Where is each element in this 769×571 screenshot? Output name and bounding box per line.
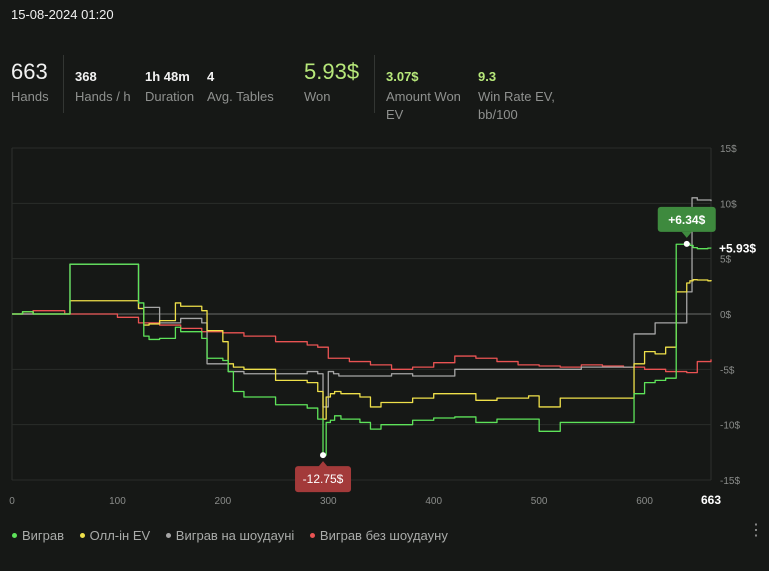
profit-chart: 15$ 10$ 5$ 0$ -5$ -10$ -15$ 0 100 200 300 400 500 600… bbox=[9, 144, 756, 507]
x-tick-label: 200 bbox=[215, 496, 232, 507]
legend-item-won[interactable]: Виграв bbox=[12, 528, 64, 543]
stat-value: 663 bbox=[11, 59, 48, 84]
max-badge-label: +6.34$ bbox=[668, 213, 705, 227]
stat-divider bbox=[63, 55, 64, 113]
max-badge-pointer bbox=[681, 231, 692, 238]
y-tick-label: 10$ bbox=[720, 199, 737, 210]
y-tick-label: 15$ bbox=[720, 144, 737, 155]
legend-item-showdown[interactable]: Виграв на шоудауні bbox=[165, 528, 295, 543]
stat-won: 5.93$ Won bbox=[304, 55, 359, 106]
x-tick-label: 300 bbox=[320, 496, 337, 507]
chart-legend: Виграв Олл-ін EV Виграв на шоудауні Вигр… bbox=[12, 526, 460, 543]
min-point-marker bbox=[320, 452, 327, 459]
x-tick-label: 400 bbox=[425, 496, 442, 507]
stat-label: Amount Won EV bbox=[386, 89, 461, 122]
stat-value: 1h 48m bbox=[145, 69, 190, 84]
stat-label: Duration bbox=[145, 89, 195, 104]
legend-label: Олл-ін EV bbox=[89, 528, 151, 543]
x-tick-label: 100 bbox=[109, 496, 126, 507]
stat-value: 5.93$ bbox=[304, 59, 360, 84]
legend-item-nonshowdown[interactable]: Виграв без шоудауну bbox=[309, 528, 448, 543]
series-line-nonshowdown bbox=[12, 310, 712, 374]
y-tick-label: -10$ bbox=[720, 421, 740, 432]
stat-label: Avg. Tables bbox=[207, 89, 274, 104]
stat-value: 368 bbox=[75, 69, 97, 84]
x-tick-label: 500 bbox=[531, 496, 548, 507]
stat-amount-won-ev: 3.07$ Amount Won EV bbox=[386, 55, 470, 124]
stat-value: 9.3 bbox=[478, 69, 497, 84]
min-badge-label: -12.75$ bbox=[303, 472, 344, 486]
y-tick-label: -15$ bbox=[720, 476, 740, 487]
stat-hands: 663 Hands bbox=[11, 55, 49, 106]
y-tick-label: -5$ bbox=[720, 365, 735, 376]
series-line-allin_ev bbox=[12, 279, 712, 420]
stat-duration: 1h 48m Duration bbox=[145, 55, 194, 106]
final-value-label: +5.93$ bbox=[719, 241, 756, 255]
stats-bar: 663 Hands 368 Hands / h 1h 48m Duration … bbox=[0, 55, 769, 125]
legend-dot-icon bbox=[165, 533, 171, 538]
stat-avg-tables: 4 Avg. Tables bbox=[207, 55, 274, 106]
max-point-marker bbox=[683, 240, 690, 247]
legend-label: Виграв без шоудауну bbox=[319, 528, 448, 543]
stat-label: Hands bbox=[11, 89, 49, 104]
more-vertical-icon[interactable]: ⋮ bbox=[748, 520, 764, 542]
legend-label: Виграв на шоудауні bbox=[175, 528, 295, 543]
x-tick-label: 600 bbox=[636, 496, 653, 507]
stat-value: 4 bbox=[207, 69, 215, 84]
stat-label: Win Rate EV, bb/100 bbox=[478, 89, 555, 122]
series-line-won bbox=[12, 243, 712, 456]
x-tick-label: 0 bbox=[9, 496, 15, 507]
legend-dot-icon bbox=[79, 533, 85, 538]
legend-label: Виграв bbox=[22, 528, 65, 543]
y-tick-label: 5$ bbox=[720, 255, 732, 266]
stat-label: Hands / h bbox=[75, 89, 131, 104]
x-end-label: 663 bbox=[701, 493, 721, 507]
legend-dot-icon bbox=[12, 533, 17, 538]
stat-value: 3.07$ bbox=[386, 69, 419, 84]
y-tick-label: 0$ bbox=[720, 310, 732, 321]
stat-divider bbox=[374, 55, 375, 113]
legend-item-allin-ev[interactable]: Олл-ін EV bbox=[79, 528, 151, 543]
stat-label: Won bbox=[304, 89, 331, 104]
datetime-label: 15-08-2024 01:20 bbox=[11, 7, 114, 22]
stat-win-rate-ev: 9.3 Win Rate EV, bb/100 bbox=[478, 55, 562, 124]
stat-hands-per-hour: 368 Hands / h bbox=[75, 55, 131, 106]
legend-dot-icon bbox=[309, 533, 315, 538]
series-line-showdown bbox=[12, 197, 712, 408]
